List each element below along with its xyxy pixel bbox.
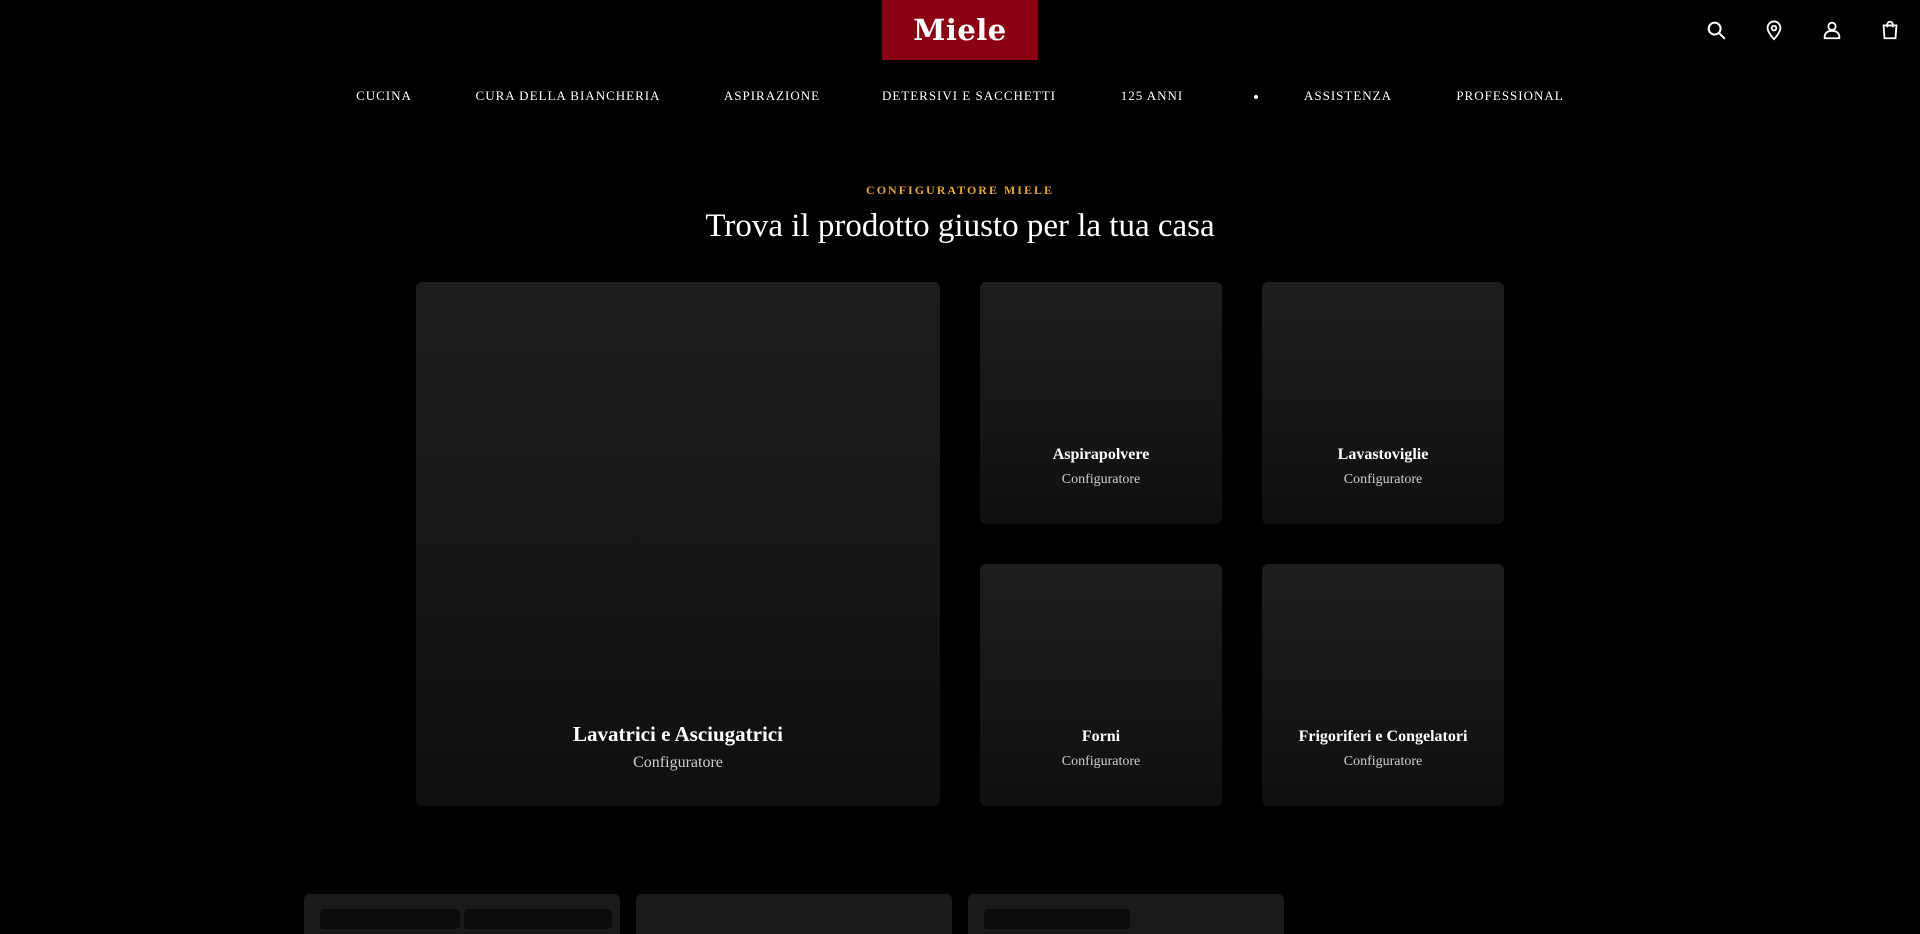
teaser-tag bbox=[464, 909, 612, 929]
configurator-eyebrow: CONFIGURATORE MIELE bbox=[866, 183, 1054, 197]
account-icon[interactable] bbox=[1820, 18, 1844, 42]
nav-item-assistenza[interactable]: ASSISTENZA bbox=[1304, 88, 1392, 104]
card-title: Lavastoviglie bbox=[1337, 446, 1429, 463]
teaser-tag bbox=[984, 909, 1130, 929]
teaser-card[interactable] bbox=[304, 894, 620, 934]
main-nav: CUCINA CURA DELLA BIANCHERIA ASPIRAZIONE… bbox=[0, 88, 1920, 108]
card-title: Frigoriferi e Congelatori bbox=[1298, 728, 1468, 745]
teaser-card[interactable] bbox=[968, 894, 1284, 934]
teaser-tag bbox=[320, 909, 460, 929]
configurator-title: Trova il prodotto giusto per la tua casa bbox=[705, 208, 1215, 244]
card-subtitle: Configuratore bbox=[1343, 472, 1423, 487]
miele-logo[interactable]: Miele bbox=[882, 0, 1038, 60]
card-subtitle: Configuratore bbox=[633, 754, 723, 771]
nav-item-cura-della-biancheria[interactable]: CURA DELLA BIANCHERIA bbox=[476, 88, 661, 104]
nav-separator-dot bbox=[1254, 95, 1258, 99]
search-icon[interactable] bbox=[1704, 18, 1728, 42]
store-locator-icon[interactable] bbox=[1762, 18, 1786, 42]
site-header: Miele CUCINA CURA DELLA BIANCHERIA ASPIR… bbox=[0, 0, 1920, 130]
card-title: Lavatrici e Asciugatrici bbox=[573, 722, 783, 746]
card-lavatrici-e-asciugatrici[interactable]: Lavatrici e Asciugatrici Configuratore bbox=[416, 282, 940, 806]
nav-item-aspirazione[interactable]: ASPIRAZIONE bbox=[724, 88, 820, 104]
nav-item-125-anni[interactable]: 125 ANNI bbox=[1121, 88, 1184, 104]
nav-item-professional[interactable]: PROFESSIONAL bbox=[1456, 88, 1563, 104]
utility-icons bbox=[1704, 18, 1902, 42]
card-title: Forni bbox=[1081, 728, 1121, 745]
card-aspirapolvere[interactable]: Aspirapolvere Configuratore bbox=[980, 282, 1222, 524]
nav-item-cucina[interactable]: CUCINA bbox=[356, 88, 412, 104]
card-subtitle: Configuratore bbox=[1061, 754, 1141, 769]
card-lavastoviglie[interactable]: Lavastoviglie Configuratore bbox=[1262, 282, 1504, 524]
card-subtitle: Configuratore bbox=[1343, 754, 1423, 769]
cart-icon[interactable] bbox=[1878, 18, 1902, 42]
card-title: Aspirapolvere bbox=[1052, 446, 1150, 463]
nav-item-detersivi-e-sacchetti[interactable]: DETERSIVI E SACCHETTI bbox=[882, 88, 1056, 104]
teaser-card[interactable] bbox=[636, 894, 952, 934]
card-subtitle: Configuratore bbox=[1061, 472, 1141, 487]
card-forni[interactable]: Forni Configuratore bbox=[980, 564, 1222, 806]
card-frigoriferi-e-congelatori[interactable]: Frigoriferi e Congelatori Configuratore bbox=[1262, 564, 1504, 806]
